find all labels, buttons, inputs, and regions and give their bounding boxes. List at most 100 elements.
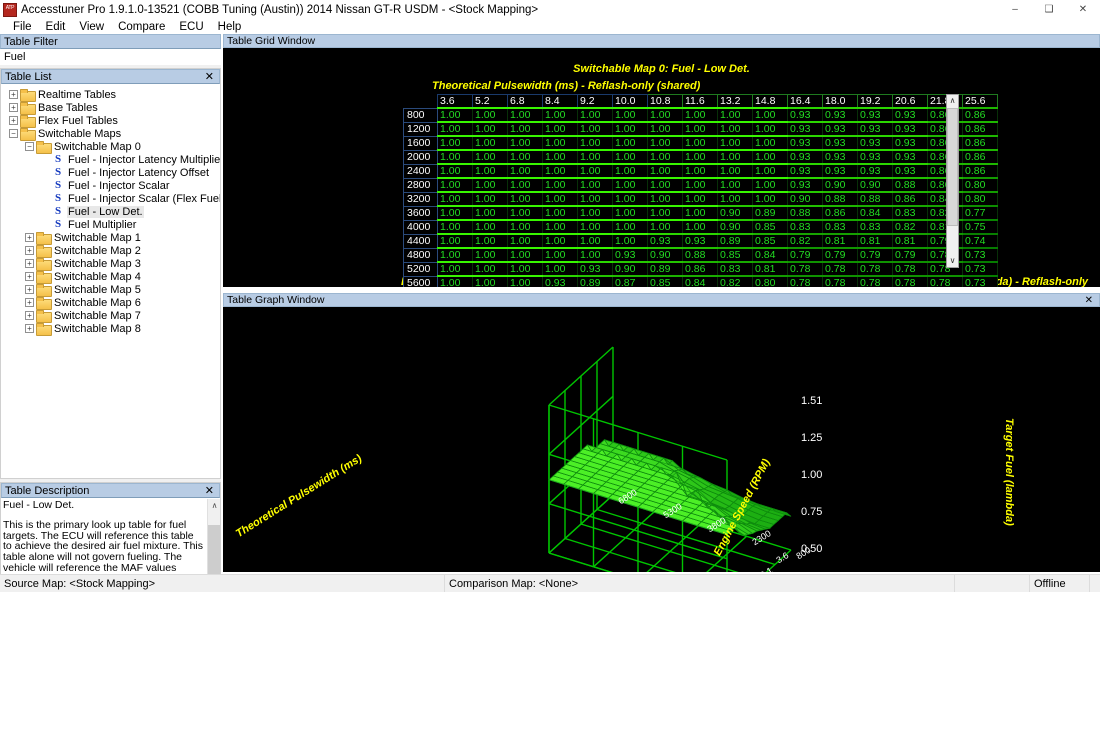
column-header[interactable]: 16.4 [787,94,823,109]
surface-plot-3d[interactable] [223,307,1100,572]
grid-cell[interactable]: 0.73 [962,247,998,263]
grid-cell[interactable]: 1.00 [752,121,788,137]
grid-cell[interactable]: 1.00 [752,107,788,123]
grid-cell[interactable]: 1.00 [717,121,753,137]
grid-cell[interactable]: 1.00 [507,205,543,221]
grid-cell[interactable]: 1.00 [542,107,578,123]
grid-cell[interactable]: 1.00 [507,275,543,287]
table-description-close-icon[interactable]: ✕ [203,485,216,496]
grid-cell[interactable]: 0.83 [857,219,893,235]
grid-cell[interactable]: 0.90 [857,177,893,193]
grid-cell[interactable]: 1.00 [682,177,718,193]
grid-cell[interactable]: 0.85 [717,247,753,263]
tree-item-switchable-map-5[interactable]: + Switchable Map 5 [1,283,220,297]
grid-cell[interactable]: 0.78 [822,275,858,287]
tree-item-fuel-injector-scalar-flex-fuel[interactable]: S Fuel - Injector Scalar (Flex Fuel) [1,192,220,205]
grid-cell[interactable]: 1.00 [437,163,473,179]
grid-cell[interactable]: 0.93 [647,233,683,249]
grid-cell[interactable]: 1.00 [612,135,648,151]
grid-scroll-up-icon[interactable]: ∧ [947,95,958,107]
grid-cell[interactable]: 1.00 [472,177,508,193]
close-icon[interactable]: ✕ [1066,0,1100,20]
grid-cell[interactable]: 1.00 [752,177,788,193]
menu-file[interactable]: File [6,20,39,35]
column-header[interactable]: 14.8 [752,94,788,109]
row-header[interactable]: 800 [403,107,438,123]
grid-cell[interactable]: 1.00 [542,121,578,137]
grid-cell[interactable]: 1.00 [577,135,613,151]
grid-cell[interactable]: 1.00 [437,191,473,207]
grid-cell[interactable]: 1.00 [437,177,473,193]
table-row[interactable]: 800 1.00 1.00 1.00 1.00 1.00 1.00 1.00 1.00 1.00 1… [403,107,998,123]
grid-cell[interactable]: 1.00 [612,191,648,207]
grid-cell[interactable]: 0.89 [577,275,613,287]
grid-cell[interactable]: 0.93 [857,149,893,165]
row-header[interactable]: 1200 [403,121,438,137]
row-header[interactable]: 2800 [403,177,438,193]
grid-scrollbar-thumb[interactable] [947,108,958,226]
grid-cell[interactable]: 1.00 [717,107,753,123]
grid-cell[interactable]: 0.86 [892,191,928,207]
grid-cell[interactable]: 1.00 [437,149,473,165]
table-row[interactable]: 1200 1.00 1.00 1.00 1.00 1.00 1.00 1.00 1.00 1.00… [403,121,998,137]
column-header[interactable]: 5.2 [472,94,508,109]
grid-cell[interactable]: 0.89 [717,233,753,249]
menu-edit[interactable]: Edit [39,20,73,35]
grid-cell[interactable]: 1.00 [542,163,578,179]
grid-cell[interactable]: 0.78 [787,275,823,287]
grid-scrollbar[interactable]: ∧ ∨ [946,94,959,268]
grid-cell[interactable]: 1.00 [437,107,473,123]
grid-cell[interactable]: 0.93 [857,107,893,123]
grid-cell[interactable]: 0.93 [787,135,823,151]
grid-cell[interactable]: 0.86 [962,135,998,151]
grid-cell[interactable]: 1.00 [542,233,578,249]
grid-cell[interactable]: 0.86 [682,261,718,277]
grid-cell[interactable]: 0.93 [612,247,648,263]
grid-cell[interactable]: 0.73 [962,261,998,277]
tree-item-switchable-map-1[interactable]: + Switchable Map 1 [1,231,220,245]
expand-icon[interactable]: + [25,324,34,333]
grid-cell[interactable]: 1.00 [437,275,473,287]
tree-item-switchable-map-8[interactable]: + Switchable Map 8 [1,322,220,336]
grid-cell[interactable]: 1.00 [507,177,543,193]
grid-cell[interactable]: 1.00 [507,247,543,263]
grid-cell[interactable]: 0.80 [962,191,998,207]
grid-cell[interactable]: 0.85 [752,219,788,235]
grid-cell[interactable]: 1.00 [612,163,648,179]
tree-item-fuel-injector-latency-multiplier[interactable]: S Fuel - Injector Latency Multiplier [1,153,220,166]
grid-cell[interactable]: 1.00 [577,233,613,249]
grid-cell[interactable]: 1.00 [752,191,788,207]
grid-cell[interactable]: 1.00 [717,135,753,151]
grid-cell[interactable]: 0.78 [787,261,823,277]
column-header[interactable]: 20.6 [892,94,928,109]
table-row[interactable]: 2000 1.00 1.00 1.00 1.00 1.00 1.00 1.00 1.00 1.00… [403,149,998,165]
grid-cell[interactable]: 1.00 [647,107,683,123]
tree-item-fuel-low-det[interactable]: S Fuel - Low Det. [1,205,220,218]
column-header[interactable]: 19.2 [857,94,893,109]
expand-icon[interactable]: + [25,272,34,281]
column-header[interactable]: 3.6 [437,94,473,109]
grid-cell[interactable]: 1.00 [437,219,473,235]
collapse-icon[interactable]: − [9,129,18,138]
grid-cell[interactable]: 0.80 [962,177,998,193]
grid-cell[interactable]: 0.93 [892,149,928,165]
grid-cell[interactable]: 1.00 [472,233,508,249]
grid-cell[interactable]: 1.00 [542,135,578,151]
fuel-table-grid[interactable]: 3.6 5.2 6.8 8.4 9.2 10.0 10.8 11.6 13.2 14.8 16.4 1… [403,94,998,287]
row-header[interactable]: 3200 [403,191,438,207]
grid-cell[interactable]: 1.00 [752,135,788,151]
grid-cell[interactable]: 0.85 [752,233,788,249]
grid-cell[interactable]: 1.00 [472,191,508,207]
grid-cell[interactable]: 0.78 [857,261,893,277]
grid-cell[interactable]: 0.90 [612,261,648,277]
grid-cell[interactable]: 1.00 [682,219,718,235]
grid-cell[interactable]: 1.00 [682,149,718,165]
expand-icon[interactable]: + [9,90,18,99]
grid-cell[interactable]: 0.84 [857,205,893,221]
row-header[interactable]: 1600 [403,135,438,151]
grid-cell[interactable]: 0.89 [647,261,683,277]
grid-cell[interactable]: 1.00 [577,191,613,207]
grid-cell[interactable]: 0.88 [892,177,928,193]
grid-cell[interactable]: 0.78 [822,261,858,277]
grid-cell[interactable]: 1.00 [472,275,508,287]
